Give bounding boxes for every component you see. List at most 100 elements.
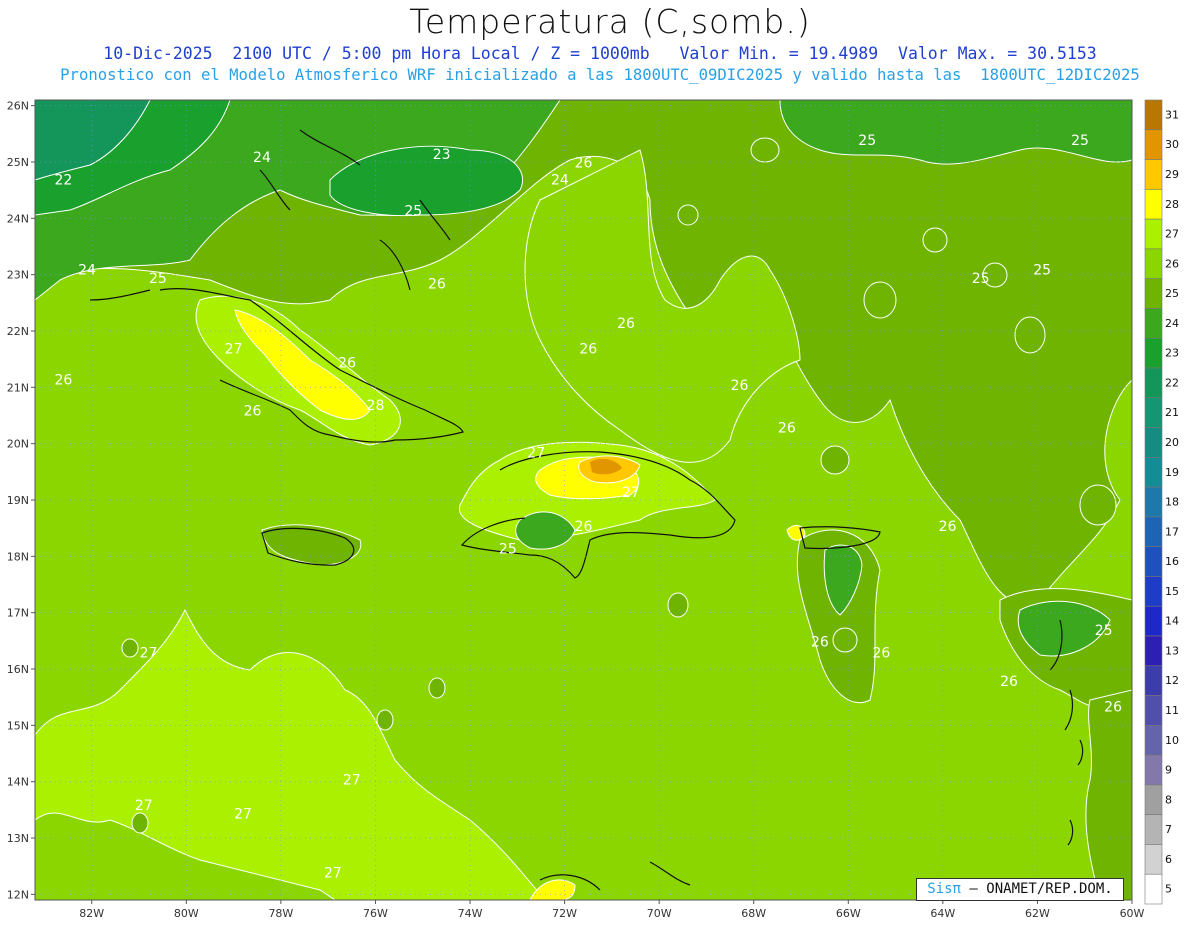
legend-swatch (1144, 844, 1163, 875)
contour-label: 27 (225, 342, 243, 358)
contour-label: 26 (54, 373, 72, 389)
legend-label: 14 (1165, 615, 1179, 628)
legend-swatch (1144, 427, 1163, 458)
contour-label: 27 (140, 646, 158, 662)
latitude-axis: 26N 25N 24N 23N 22N 21N 20N 19N 18N 17N 16N 15N 14N 1… (7, 100, 35, 901)
lat-label: 21N (7, 381, 29, 394)
lat-label: 17N (7, 607, 29, 620)
lat-label: 18N (7, 550, 29, 563)
contour-label: 26 (778, 420, 796, 436)
credit-box: Sisπ – ONAMET/REP.DOM. (916, 878, 1124, 901)
legend-swatch (1144, 189, 1163, 220)
lon-label: 68W (741, 907, 766, 920)
contour-label: 25 (149, 271, 167, 287)
lon-label: 62W (1025, 907, 1050, 920)
legend-label: 20 (1165, 436, 1179, 449)
legend-swatch (1144, 784, 1163, 815)
legend-swatch (1144, 814, 1163, 845)
contour-label: 28 (367, 398, 385, 414)
contour-label: 26 (338, 356, 356, 372)
legend-swatch (1144, 218, 1163, 250)
contour-label: 27 (135, 798, 153, 814)
legend-label: 27 (1165, 228, 1179, 241)
legend-label: 21 (1165, 406, 1179, 419)
lat-label: 26N (7, 100, 29, 113)
contour-label: 24 (78, 263, 96, 279)
lon-label: 80W (174, 907, 199, 920)
legend-label: 26 (1165, 257, 1179, 270)
contour-label: 26 (575, 519, 593, 535)
contour-label: 25 (1095, 623, 1113, 639)
lat-label: 12N (7, 888, 29, 901)
lon-label: 82W (79, 907, 104, 920)
lat-label: 15N (7, 719, 29, 732)
legend-label: 24 (1165, 317, 1179, 330)
contour-label: 25 (1033, 263, 1051, 279)
contour-label: 25 (858, 133, 876, 149)
legend-swatch (1144, 754, 1163, 786)
lon-label: 76W (363, 907, 388, 920)
contour-label: 26 (1104, 699, 1122, 715)
contour-label: 26 (575, 156, 593, 172)
legend-label: 8 (1165, 793, 1172, 806)
lon-label: 74W (458, 907, 483, 920)
legend-label: 17 (1165, 525, 1179, 538)
legend-swatch (1144, 308, 1163, 339)
longitude-axis: 82W 80W 78W 76W 74W 72W 70W 68W 66W 64W 62W 60W (79, 900, 1145, 920)
legend-label: 19 (1165, 466, 1179, 479)
legend-label: 5 (1165, 883, 1172, 896)
legend-swatch (1144, 337, 1163, 369)
contour-label: 26 (617, 316, 635, 332)
legend-label: 6 (1165, 853, 1172, 866)
contour-label: 27 (343, 773, 361, 789)
legend-label: 23 (1165, 347, 1179, 360)
field-25-south-east (1085, 689, 1132, 900)
lat-label: 24N (7, 212, 29, 225)
contour-label: 25 (972, 271, 990, 287)
legend-swatch (1144, 397, 1163, 428)
contour-label: 25 (404, 203, 422, 219)
legend-swatch (1144, 129, 1163, 160)
legend-label: 31 (1165, 108, 1179, 121)
legend-label: 16 (1165, 555, 1179, 568)
lat-label: 13N (7, 832, 29, 845)
legend-label: 10 (1165, 734, 1179, 747)
legend-label: 22 (1165, 376, 1179, 389)
legend-label: 28 (1165, 198, 1179, 211)
lat-label: 16N (7, 663, 29, 676)
legend-swatch (1144, 486, 1163, 518)
legend-label: 15 (1165, 585, 1179, 598)
contour-label: 26 (872, 646, 890, 662)
legend-swatch (1144, 248, 1163, 279)
contour-label: 26 (811, 634, 829, 650)
legend-swatch (1144, 159, 1163, 190)
lat-label: 20N (7, 438, 29, 451)
lat-label: 14N (7, 776, 29, 789)
legend-swatch (1144, 278, 1163, 309)
legend-swatch (1144, 546, 1163, 577)
contour-label: 26 (1000, 674, 1018, 690)
legend-label: 18 (1165, 496, 1179, 509)
contour-label: 25 (499, 542, 517, 558)
contour-label: 24 (551, 173, 569, 189)
forecast-map: 22 24 23 24 25 26 25 25 25 25 24 25 26 26 26 27 26 26 26 26… (7, 99, 1179, 920)
legend-swatch (1144, 873, 1163, 905)
contour-label: 26 (731, 378, 749, 394)
contour-label: 27 (324, 865, 342, 881)
lat-label: 25N (7, 156, 29, 169)
lon-label: 70W (647, 907, 672, 920)
lon-label: 72W (552, 907, 577, 920)
lon-label: 66W (836, 907, 861, 920)
lat-label: 19N (7, 494, 29, 507)
contour-label: 26 (428, 277, 446, 293)
legend-label: 13 (1165, 644, 1179, 657)
temperature-field (35, 100, 1132, 900)
lon-label: 64W (930, 907, 955, 920)
legend-label: 30 (1165, 138, 1179, 151)
lat-label: 22N (7, 325, 29, 338)
legend-swatch (1144, 576, 1163, 607)
color-legend: 31 30 29 28 27 26 25 24 23 22 21 20 19 18 17 16 15 14 13 12… (1144, 99, 1179, 905)
legend-swatch (1144, 725, 1163, 756)
contour-label: 23 (433, 147, 451, 163)
legend-swatch (1144, 367, 1163, 399)
